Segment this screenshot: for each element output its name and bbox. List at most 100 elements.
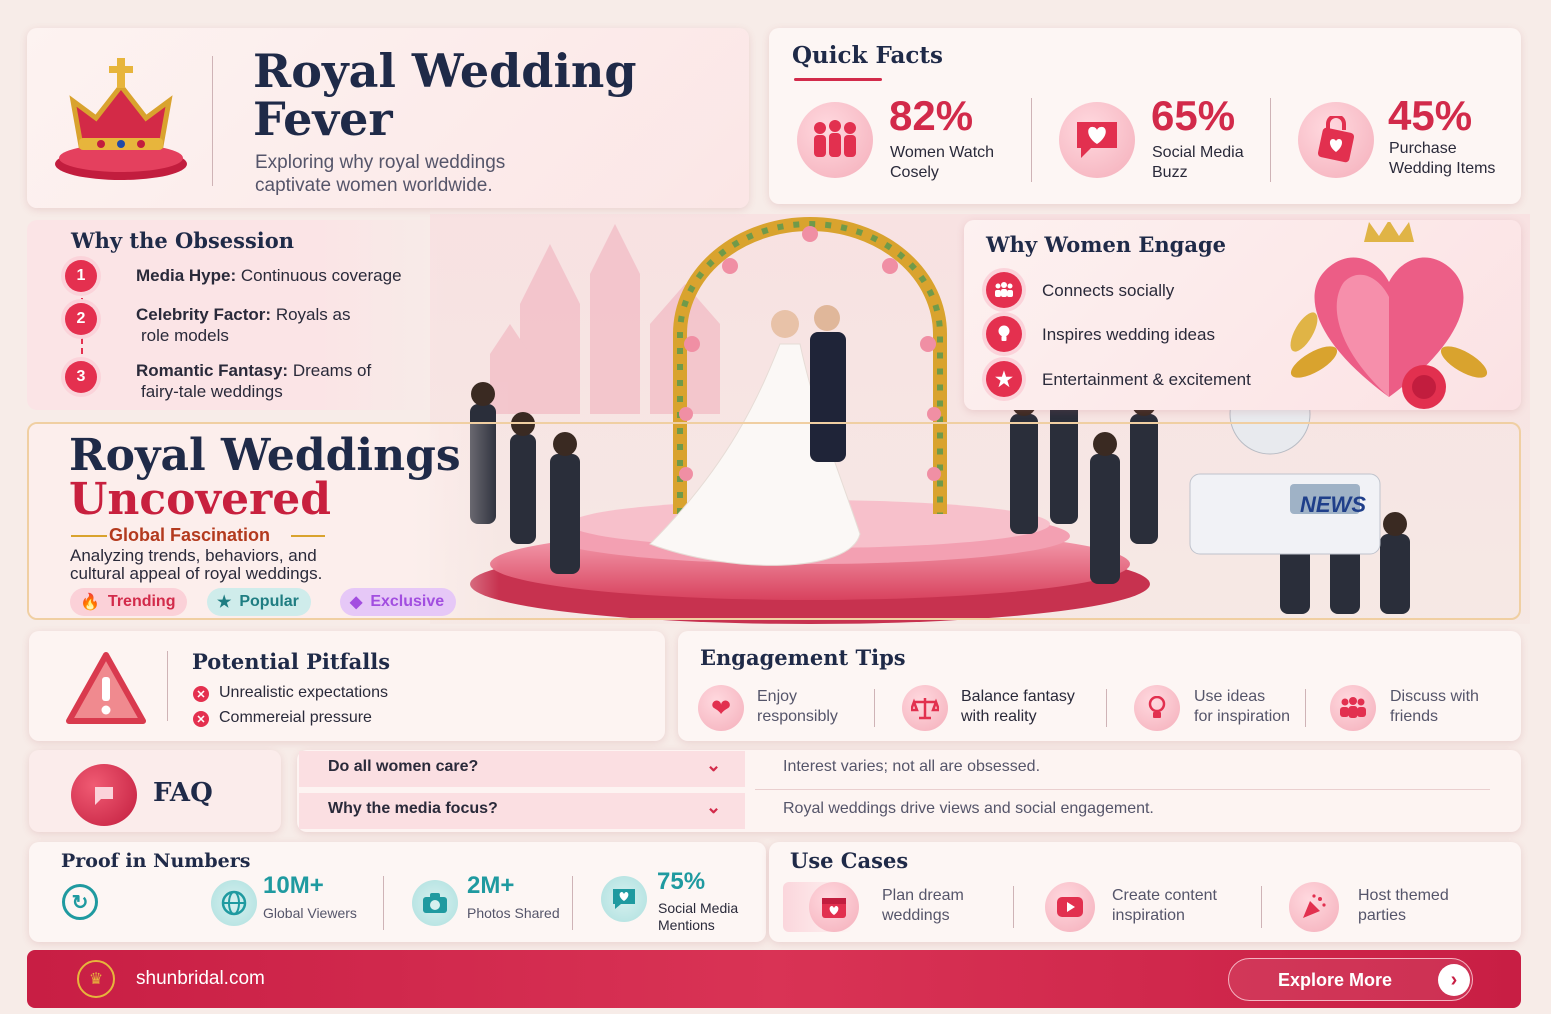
tag-popular[interactable]: ★ Popular — [207, 588, 311, 616]
obsession-text: Celebrity Factor: Royals as — [136, 305, 350, 325]
proof-title: Proof in Numbers — [61, 850, 251, 872]
use-case-line1: Host themed — [1358, 887, 1449, 904]
obsession-text-line2: fairy-tale weddings — [141, 382, 283, 401]
pitfall-label: Commereial pressure — [219, 709, 372, 726]
lightbulb-icon — [1134, 685, 1180, 731]
fact-label-line2: Wedding Items — [1389, 160, 1496, 177]
proof-item: 75% Social Media Mentions — [601, 868, 761, 934]
page-title-line2: Fever — [253, 92, 393, 146]
obsession-bold: Romantic Fantasy: — [136, 361, 289, 380]
tip-line2: responsibly — [757, 708, 838, 725]
use-case-item: Host themed parties — [1289, 882, 1499, 934]
use-case-line1: Create content — [1112, 887, 1217, 904]
crowned-heart-icon — [1274, 220, 1504, 412]
shopping-bag-icon — [1298, 102, 1374, 178]
proof-label: Photos Shared — [467, 905, 560, 921]
engage-label: Entertainment & excitement — [1042, 370, 1251, 389]
diamond-icon: ◆ — [350, 594, 363, 611]
engage-label: Inspires wedding ideas — [1042, 325, 1215, 344]
tag-trending[interactable]: 🔥 Trending — [70, 588, 188, 616]
calendar-heart-icon — [809, 882, 859, 932]
faq-question[interactable]: Do all women care? — [328, 758, 478, 776]
engage-item: ★ Entertainment & excitement — [986, 361, 1306, 397]
divider — [212, 56, 213, 186]
use-case-line2: inspiration — [1112, 907, 1185, 924]
proof-item: 10M+ Global Viewers — [211, 872, 381, 932]
page-subtitle-line1: Exploring why royal weddings — [255, 152, 506, 173]
obsession-item: 1 Media Hype: Continuous coverage — [65, 260, 445, 294]
pitfalls-title: Potential Pitfalls — [192, 649, 391, 674]
heart-bubble-icon — [601, 876, 647, 922]
faq-question[interactable]: Why the media focus? — [328, 800, 498, 818]
quick-facts-card: Quick Facts 82% Women Watch Cosely 65% S… — [769, 28, 1521, 204]
kicker-ornament-right — [291, 535, 325, 537]
chevron-right-icon[interactable]: › — [1438, 964, 1470, 996]
fact-purchase-wedding-items: 45% Purchase Wedding Items — [1298, 92, 1518, 192]
proof-card: Proof in Numbers ↻ 10M+ Global Viewers 2… — [29, 842, 766, 942]
chevron-down-icon[interactable]: ⌄ — [706, 797, 721, 818]
use-cases-card: Use Cases Plan dream weddings Create con… — [769, 842, 1521, 942]
divider — [1013, 886, 1014, 928]
step-number-badge: 1 — [65, 260, 97, 292]
obsession-bold: Media Hype: — [136, 266, 237, 285]
x-icon: ✕ — [193, 711, 209, 727]
proof-label: Social Media — [658, 900, 739, 916]
explore-more-label[interactable]: Explore More — [1278, 970, 1392, 991]
use-cases-title: Use Cases — [790, 848, 909, 873]
footer-site[interactable]: shunbridal.com — [136, 968, 265, 990]
proof-label-line2: Mentions — [658, 917, 715, 933]
tag-exclusive[interactable]: ◆ Exclusive — [340, 588, 457, 616]
faq-question-row[interactable]: Do all women care? ⌄ — [299, 751, 745, 787]
tip-line2: for inspiration — [1194, 708, 1291, 725]
divider — [1031, 98, 1032, 182]
faq-question-row[interactable]: Why the media focus? ⌄ — [299, 793, 745, 829]
party-popper-icon — [1289, 882, 1339, 932]
use-case-item: Create content inspiration — [1045, 882, 1255, 934]
fact-value: 82% — [889, 92, 974, 139]
fact-label-line2: Cosely — [890, 164, 939, 181]
engage-card: Why Women Engage Connects socially Inspi… — [964, 220, 1521, 410]
divider — [1305, 689, 1306, 727]
x-icon: ✕ — [193, 686, 209, 702]
faq-answer: Royal weddings drive views and social en… — [783, 800, 1154, 817]
explore-more-button[interactable]: Explore More › — [1228, 958, 1473, 1001]
divider — [167, 651, 168, 721]
tag-label: Exclusive — [370, 593, 445, 610]
use-case-line2: parties — [1358, 907, 1407, 924]
divider — [572, 876, 573, 930]
globe-icon — [211, 880, 257, 926]
page-title-line1: Royal Wedding — [253, 44, 637, 98]
chevron-down-icon[interactable]: ⌄ — [706, 755, 721, 776]
fact-value: 45% — [1388, 92, 1473, 139]
divider — [383, 876, 384, 930]
proof-label: Global Viewers — [263, 905, 357, 921]
obsession-text-line2: role models — [141, 326, 229, 345]
flame-icon: 🔥 — [80, 594, 100, 611]
tip-line2: friends — [1390, 708, 1439, 725]
hero-desc-line1: Analyzing trends, behaviors, and — [70, 546, 317, 565]
use-case-line1: Plan dream — [882, 887, 964, 904]
tip-item: Balance fantasy with reality — [902, 685, 1092, 731]
star-icon: ★ — [986, 361, 1022, 397]
fact-social-media-buzz: 65% Social Media Buzz — [1059, 92, 1259, 192]
obsession-item: 3 Romantic Fantasy: Dreams of fairy-tale… — [65, 361, 445, 411]
header-card: Royal Wedding Fever Exploring why royal … — [27, 28, 749, 208]
crown-icon — [51, 46, 191, 186]
tip-line1: Balance fantasy — [961, 688, 1075, 705]
faq-divider — [755, 789, 1490, 790]
people-icon — [797, 102, 873, 178]
title-underline — [794, 78, 882, 81]
divider — [1261, 886, 1262, 928]
obsession-desc: Royals as — [271, 305, 351, 324]
obsession-card: Why the Obsession 1 Media Hype: Continuo… — [27, 220, 447, 410]
lightbulb-icon — [986, 316, 1022, 352]
fact-label-line1: Purchase — [1389, 140, 1457, 157]
obsession-text: Romantic Fantasy: Dreams of — [136, 361, 371, 381]
tips-title: Engagement Tips — [700, 645, 906, 670]
fact-value: 65% — [1151, 92, 1236, 139]
chat-bubble-icon — [71, 764, 137, 826]
engage-title: Why Women Engage — [986, 232, 1227, 257]
refresh-icon: ↻ — [62, 884, 98, 920]
tag-label: Trending — [107, 593, 176, 610]
divider — [1106, 689, 1107, 727]
